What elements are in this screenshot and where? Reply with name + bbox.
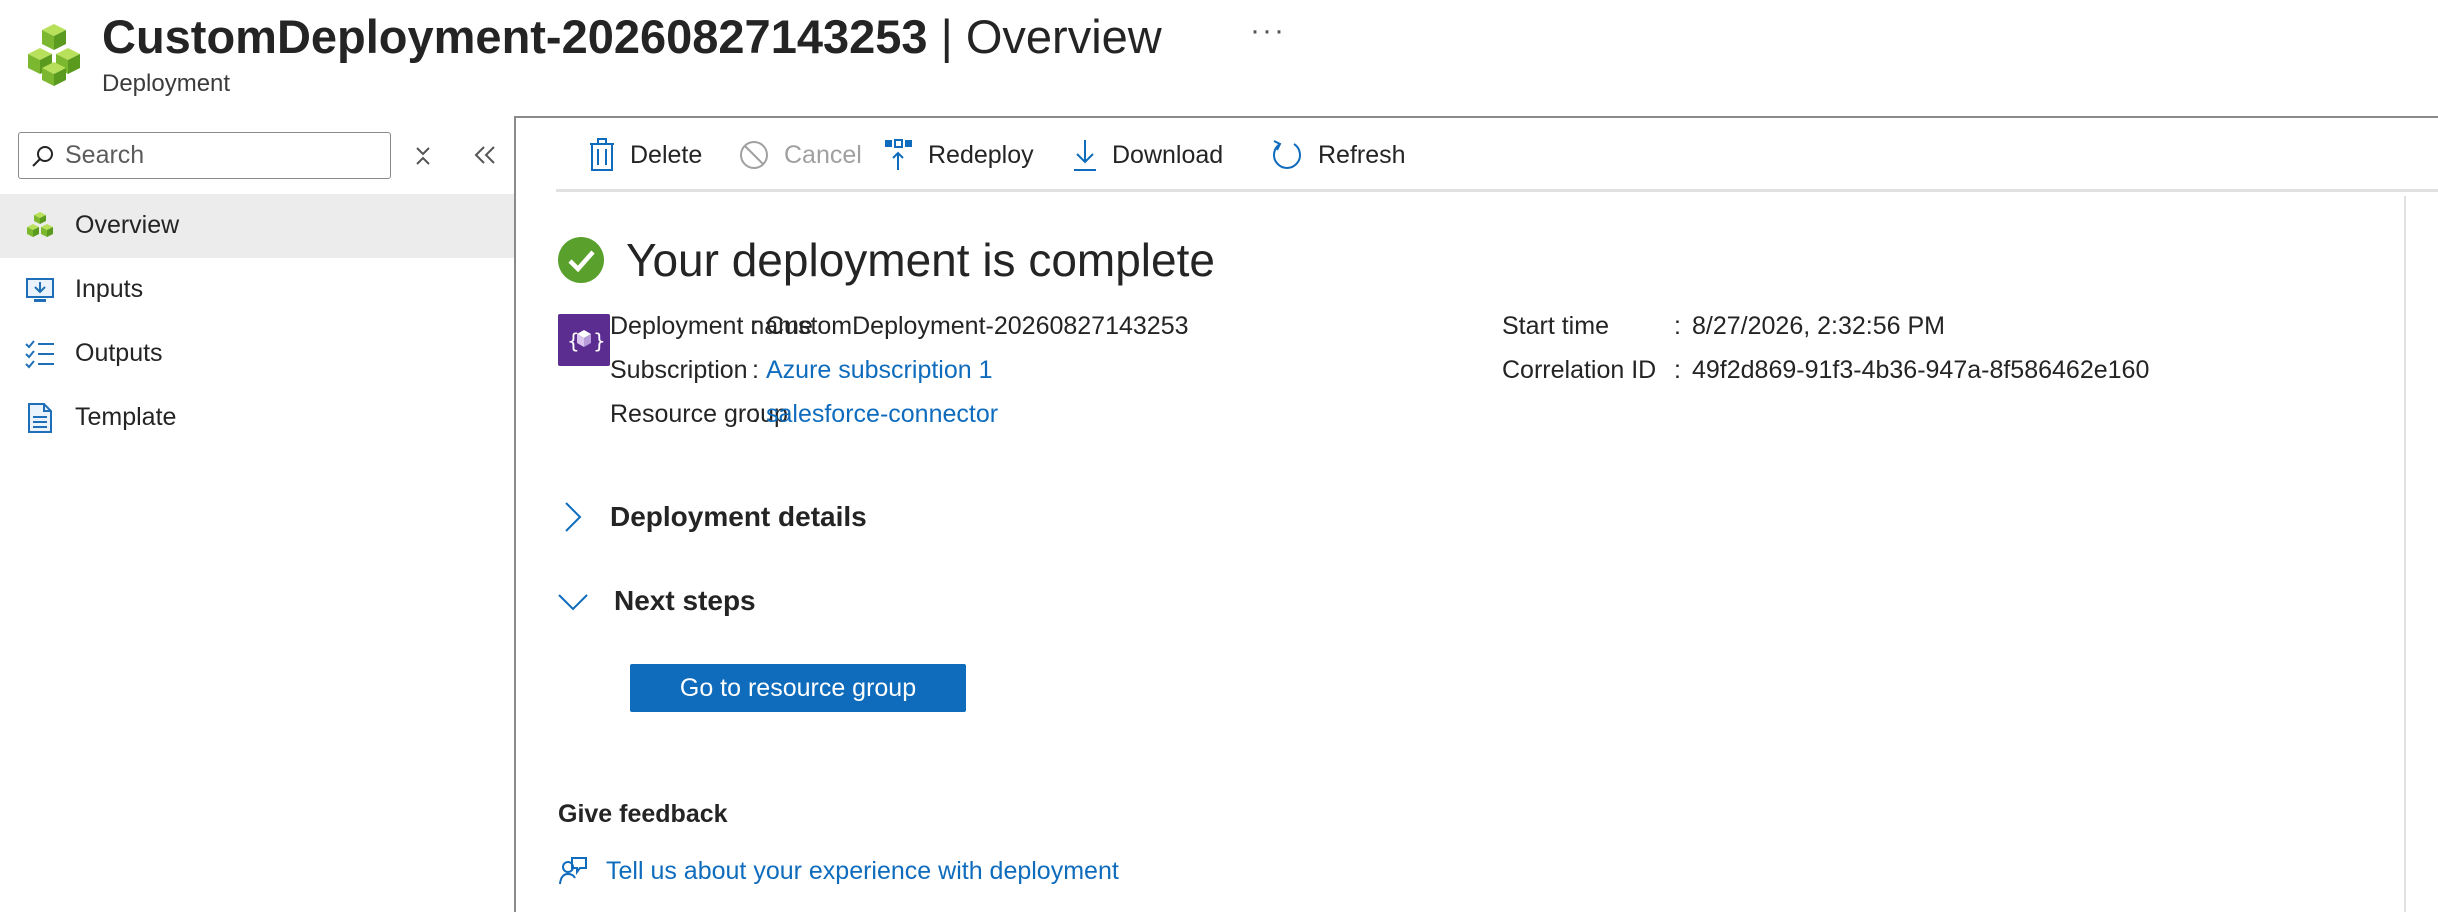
feedback-link-label: Tell us about your experience with deplo…: [606, 856, 1119, 885]
trash-icon: [590, 138, 614, 171]
subscription-link[interactable]: Azure subscription 1: [766, 356, 993, 385]
colon: :: [752, 400, 759, 428]
search-icon: [32, 146, 53, 167]
refresh-label: Refresh: [1318, 140, 1406, 169]
sidebar-item-label: Overview: [75, 211, 180, 239]
colon: :: [1674, 356, 1681, 384]
colon: :: [752, 356, 759, 384]
page-title: CustomDeployment-20260827143253 | Overvi…: [102, 8, 1162, 66]
title-separator: |: [927, 10, 966, 63]
clear-search-icon[interactable]: [410, 141, 436, 171]
svg-text:}: }: [593, 329, 606, 353]
download-button[interactable]: Download: [1072, 136, 1223, 174]
next-steps-toggle[interactable]: Next steps: [556, 578, 756, 624]
outputs-icon: [25, 340, 54, 369]
colon: :: [752, 312, 759, 340]
search-input[interactable]: [65, 139, 375, 171]
command-bar: Delete Cancel Redeploy Download Refresh: [556, 118, 2438, 192]
deployment-title-name: CustomDeployment-20260827143253: [102, 10, 928, 63]
sidebar-item-template[interactable]: Template: [0, 386, 514, 450]
template-icon: [28, 403, 52, 433]
status-title: Your deployment is complete: [626, 234, 1215, 286]
go-to-resource-group-button[interactable]: Go to resource group: [630, 664, 966, 712]
collapse-sidebar-icon[interactable]: [470, 140, 500, 170]
sidebar-item-label: Template: [75, 403, 177, 431]
more-options-button[interactable]: ···: [1250, 14, 1286, 48]
download-icon: [1074, 140, 1096, 171]
feedback-link[interactable]: Tell us about your experience with deplo…: [558, 856, 1119, 886]
page-subtitle: Deployment: [102, 70, 231, 97]
deployment-template-icon: { }: [558, 314, 610, 366]
sidebar: Overview Inputs Outputs Template: [0, 118, 514, 912]
next-steps-label: Next steps: [614, 585, 756, 616]
cancel-label: Cancel: [784, 140, 862, 169]
sidebar-item-overview[interactable]: Overview: [0, 194, 514, 258]
delete-label: Delete: [630, 140, 703, 169]
refresh-icon: [1273, 140, 1301, 169]
chevron-down-icon: [558, 594, 588, 611]
subscription-label: Subscription: [610, 356, 748, 384]
redeploy-icon: [885, 139, 912, 170]
deployment-details-label: Deployment details: [610, 501, 867, 532]
deployment-name-value: CustomDeployment-20260827143253: [766, 312, 1189, 340]
content-divider: [2404, 196, 2406, 912]
refresh-button[interactable]: Refresh: [1270, 136, 1406, 174]
delete-button[interactable]: Delete: [588, 136, 702, 174]
chevron-right-icon: [565, 502, 582, 532]
success-check-icon: [558, 237, 604, 283]
deployment-status: Your deployment is complete: [558, 232, 1215, 288]
cancel-button[interactable]: Cancel: [738, 136, 862, 174]
cubes-icon: [27, 212, 53, 237]
correlation-id-label: Correlation ID: [1502, 356, 1657, 384]
sidebar-item-label: Outputs: [75, 339, 163, 367]
feedback-title: Give feedback: [558, 800, 728, 828]
resource-group-label: Resource group: [610, 400, 788, 428]
sidebar-item-inputs[interactable]: Inputs: [0, 258, 514, 322]
sidebar-item-outputs[interactable]: Outputs: [0, 322, 514, 386]
inputs-icon: [26, 278, 54, 302]
start-time-label: Start time: [1502, 312, 1609, 340]
cancel-icon: [740, 141, 768, 169]
search-box: [18, 132, 391, 179]
colon: :: [1674, 312, 1681, 340]
resource-group-link[interactable]: salesforce-connector: [766, 400, 998, 429]
sidebar-item-label: Inputs: [75, 275, 144, 303]
title-section: Overview: [965, 10, 1162, 63]
start-time-value: 8/27/2026, 2:32:56 PM: [1692, 312, 1945, 340]
feedback-person-icon: [559, 857, 587, 885]
redeploy-button[interactable]: Redeploy: [884, 136, 1034, 174]
correlation-id-value: 49f2d869-91f3-4b36-947a-8f586462e160: [1692, 356, 2150, 384]
cubes-icon: [28, 24, 80, 86]
redeploy-label: Redeploy: [928, 140, 1034, 169]
page-header: CustomDeployment-20260827143253 | Overvi…: [0, 0, 2438, 112]
download-label: Download: [1112, 140, 1224, 169]
main-panel: Delete Cancel Redeploy Download Refresh …: [514, 116, 2438, 912]
deployment-details-toggle[interactable]: Deployment details: [556, 494, 867, 540]
